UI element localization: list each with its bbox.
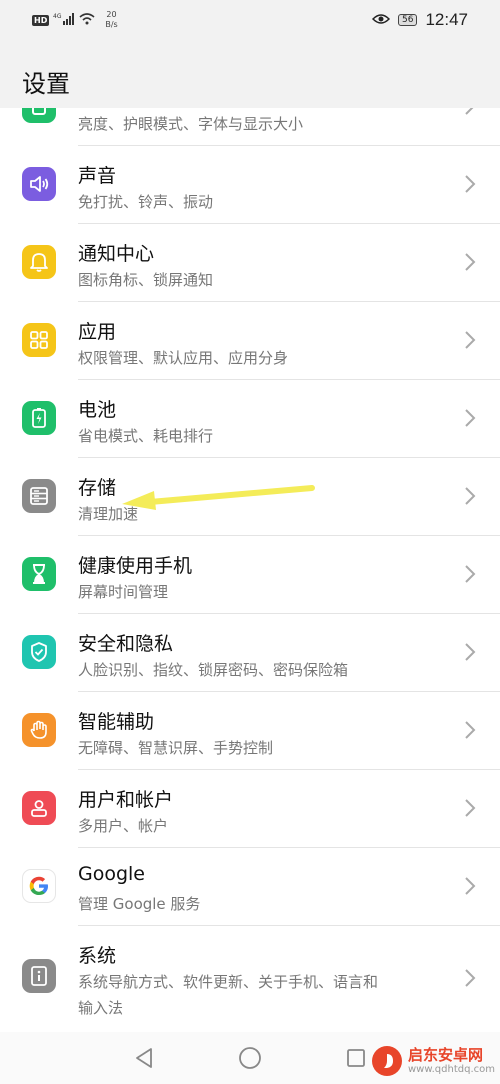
eye-comfort-icon	[371, 13, 391, 28]
hand-icon	[22, 713, 56, 747]
chevron-right-icon	[464, 876, 476, 900]
settings-item-subtitle: 免打扰、铃声、振动	[78, 193, 214, 211]
settings-item-label: 电池	[78, 399, 117, 421]
settings-item-subtitle: 人脸识别、指纹、锁屏密码、密码保险箱	[78, 661, 349, 679]
settings-item-subtitle: 省电模式、耗电排行	[78, 427, 214, 445]
battery-icon	[22, 401, 56, 435]
chevron-right-icon	[464, 720, 476, 744]
chevron-right-icon	[464, 486, 476, 510]
settings-item-battery[interactable]: 电池 省电模式、耗电排行	[0, 380, 500, 458]
storage-icon	[22, 479, 56, 513]
settings-item-label: 声音	[78, 165, 117, 187]
settings-list[interactable]: 亮度、护眼模式、字体与显示大小 声音 免打扰、铃声、振动 通知中心 图标角标、锁…	[0, 108, 500, 1032]
chevron-right-icon	[464, 252, 476, 276]
settings-item-label: 用户和帐户	[78, 789, 174, 811]
app-bar: 设置	[0, 44, 500, 108]
settings-item-subtitle: 亮度、护眼模式、字体与显示大小	[78, 115, 304, 133]
chevron-right-icon	[464, 564, 476, 588]
settings-item-label: 健康使用手机	[78, 555, 193, 577]
clock: 12:47	[425, 10, 468, 29]
shield-icon	[22, 635, 56, 669]
chevron-right-icon	[464, 108, 476, 120]
page-title: 设置	[22, 70, 70, 98]
google-icon	[22, 869, 56, 903]
back-button[interactable]	[130, 1044, 158, 1072]
settings-item-google[interactable]: Google 管理 Google 服务	[0, 848, 500, 926]
recents-button[interactable]	[342, 1044, 370, 1072]
settings-item-subtitle: 系统导航方式、软件更新、关于手机、语言和	[78, 973, 379, 991]
settings-item-apps[interactable]: 应用 权限管理、默认应用、应用分身	[0, 302, 500, 380]
chevron-right-icon	[464, 330, 476, 354]
chevron-right-icon	[464, 408, 476, 432]
display-icon	[22, 108, 56, 123]
settings-item-label: 智能辅助	[78, 711, 155, 733]
settings-item-label: 安全和隐私	[78, 633, 174, 655]
settings-item-subtitle: 无障碍、智慧识屏、手势控制	[78, 739, 274, 757]
settings-item-label: 存储	[78, 477, 117, 499]
network-speed: 20 B/s	[105, 10, 118, 29]
site-watermark: 启东安卓网 www.qdhtdq.com	[372, 1046, 495, 1076]
svg-text:4G: 4G	[53, 13, 62, 20]
settings-item-smart-assistance[interactable]: 智能辅助 无障碍、智慧识屏、手势控制	[0, 692, 500, 770]
chevron-right-icon	[464, 798, 476, 822]
hourglass-icon	[22, 557, 56, 591]
settings-item-label: 应用	[78, 321, 117, 343]
annotation-arrow	[120, 482, 320, 516]
watermark-brand: 启东安卓网	[408, 1046, 484, 1064]
settings-item-subtitle: 管理 Google 服务	[78, 895, 201, 913]
settings-item-subtitle-continued: 输入法	[78, 999, 124, 1017]
settings-item-system[interactable]: 系统 系统导航方式、软件更新、关于手机、语言和 输入法	[0, 926, 500, 1030]
settings-item-label: 系统	[78, 945, 117, 967]
hd-voice-icon: HD	[32, 14, 50, 26]
speaker-icon	[22, 167, 56, 201]
settings-item-sound[interactable]: 声音 免打扰、铃声、振动	[0, 146, 500, 224]
watermark-logo-icon	[372, 1046, 402, 1076]
battery-level: 56	[398, 14, 418, 26]
settings-item-label: 通知中心	[78, 243, 155, 265]
settings-item-display[interactable]: 亮度、护眼模式、字体与显示大小	[0, 108, 500, 146]
settings-item-subtitle: 多用户、帐户	[78, 817, 169, 835]
settings-item-security[interactable]: 安全和隐私 人脸识别、指纹、锁屏密码、密码保险箱	[0, 614, 500, 692]
settings-item-label: Google	[78, 863, 146, 885]
watermark-url: www.qdhtdq.com	[408, 1064, 495, 1075]
settings-item-users-accounts[interactable]: 用户和帐户 多用户、帐户	[0, 770, 500, 848]
user-icon	[22, 791, 56, 825]
info-icon	[22, 959, 56, 993]
settings-item-notifications[interactable]: 通知中心 图标角标、锁屏通知	[0, 224, 500, 302]
chevron-right-icon	[464, 642, 476, 666]
settings-item-digital-balance[interactable]: 健康使用手机 屏幕时间管理	[0, 536, 500, 614]
settings-item-subtitle: 屏幕时间管理	[78, 583, 169, 601]
settings-item-subtitle: 图标角标、锁屏通知	[78, 271, 214, 289]
home-button[interactable]	[236, 1044, 264, 1072]
chevron-right-icon	[464, 968, 476, 992]
chevron-right-icon	[464, 174, 476, 198]
settings-item-subtitle: 权限管理、默认应用、应用分身	[78, 349, 289, 367]
wifi-icon	[79, 12, 95, 28]
bell-icon	[22, 245, 56, 279]
status-bar: HD 4G 20 B/s 56 12:47	[0, 0, 500, 44]
apps-grid-icon	[22, 323, 56, 357]
signal-icon: 4G	[53, 12, 75, 28]
